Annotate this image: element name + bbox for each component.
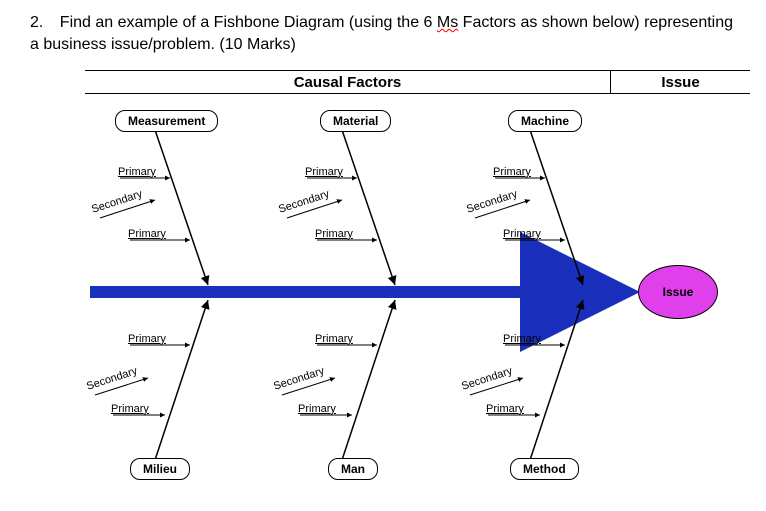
label-primary: Primary: [493, 166, 531, 178]
label-primary: Primary: [128, 228, 166, 240]
label-primary: Primary: [315, 333, 353, 345]
category-material: Material: [320, 110, 391, 132]
question-text: 2. Find an example of a Fishbone Diagram…: [0, 0, 766, 65]
category-machine: Machine: [508, 110, 582, 132]
category-method: Method: [510, 458, 579, 480]
issue-label: Issue: [663, 285, 694, 299]
category-milieu: Milieu: [130, 458, 190, 480]
label-primary: Primary: [503, 333, 541, 345]
question-part1: Find an example of a Fishbone Diagram (u…: [60, 14, 437, 31]
label-primary: Primary: [486, 403, 524, 415]
label-primary: Primary: [128, 333, 166, 345]
fishbone-diagram: Causal Factors Issue: [30, 70, 750, 490]
label-primary: Primary: [111, 403, 149, 415]
question-wavy: Ms: [437, 14, 458, 31]
label-primary: Primary: [503, 228, 541, 240]
question-number: 2.: [30, 12, 43, 34]
label-primary: Primary: [298, 403, 336, 415]
label-primary: Primary: [118, 166, 156, 178]
label-primary: Primary: [315, 228, 353, 240]
issue-node: Issue: [638, 265, 718, 319]
category-measurement: Measurement: [115, 110, 218, 132]
category-man: Man: [328, 458, 378, 480]
label-primary: Primary: [305, 166, 343, 178]
